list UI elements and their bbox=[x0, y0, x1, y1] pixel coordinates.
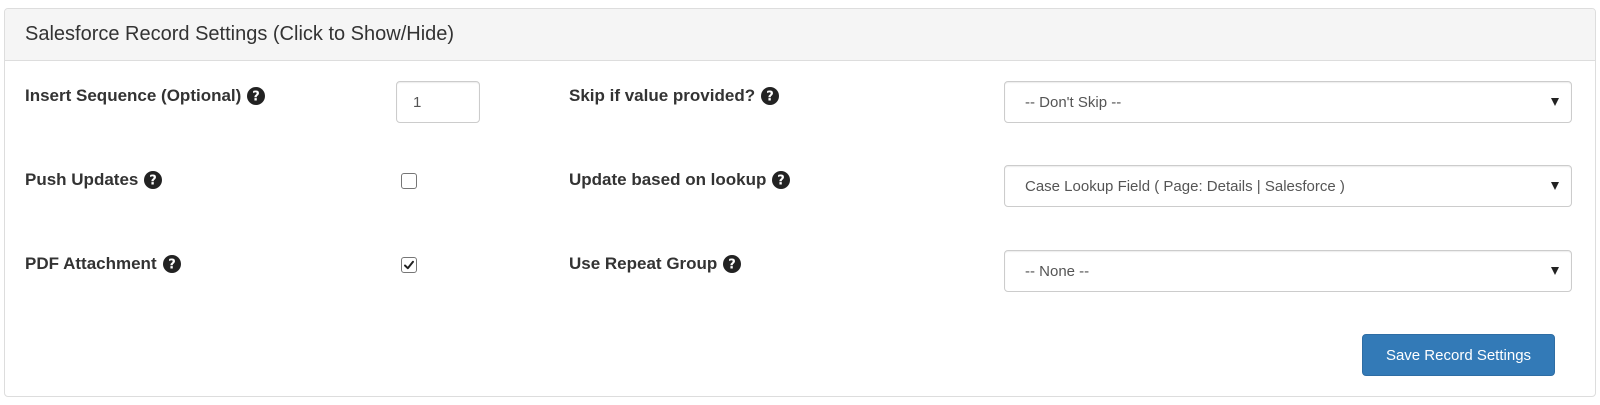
save-record-settings-button[interactable]: Save Record Settings bbox=[1362, 334, 1555, 376]
question-circle-icon[interactable]: ? bbox=[723, 255, 742, 273]
insert-sequence-input[interactable] bbox=[396, 81, 480, 123]
question-circle-icon[interactable]: ? bbox=[772, 171, 791, 189]
repeat-group-select[interactable]: -- None -- bbox=[1004, 250, 1572, 292]
push-updates-label-text: Push Updates bbox=[25, 170, 139, 189]
pdf-attachment-checkbox[interactable] bbox=[401, 257, 417, 273]
repeat-group-label-text: Use Repeat Group bbox=[569, 254, 718, 273]
panel-title: Salesforce Record Settings (Click to Sho… bbox=[25, 23, 455, 45]
question-circle-icon[interactable]: ? bbox=[162, 255, 181, 273]
skip-if-value-label: Skip if value provided? ? bbox=[569, 86, 780, 106]
insert-sequence-label: Insert Sequence (Optional) ? bbox=[25, 86, 266, 106]
repeat-group-selected: -- None -- bbox=[1025, 262, 1090, 280]
repeat-group-label: Use Repeat Group ? bbox=[569, 254, 742, 274]
svg-text:?: ? bbox=[168, 258, 176, 273]
skip-if-value-selected: -- Don't Skip -- bbox=[1025, 93, 1122, 111]
panel-heading[interactable]: Salesforce Record Settings (Click to Sho… bbox=[5, 9, 1595, 61]
svg-text:?: ? bbox=[150, 174, 158, 189]
svg-text:?: ? bbox=[778, 174, 786, 189]
skip-if-value-label-text: Skip if value provided? bbox=[569, 86, 756, 105]
caret-down-icon bbox=[1551, 182, 1559, 190]
question-circle-icon[interactable]: ? bbox=[144, 171, 163, 189]
update-lookup-label: Update based on lookup ? bbox=[569, 170, 791, 190]
caret-down-icon bbox=[1551, 267, 1559, 275]
svg-text:?: ? bbox=[729, 258, 737, 273]
insert-sequence-label-text: Insert Sequence (Optional) bbox=[25, 86, 242, 105]
svg-text:?: ? bbox=[253, 90, 261, 105]
caret-down-icon bbox=[1551, 98, 1559, 106]
pdf-attachment-label-text: PDF Attachment bbox=[25, 254, 157, 273]
checkmark-icon bbox=[404, 260, 414, 270]
skip-if-value-select[interactable]: -- Don't Skip -- bbox=[1004, 81, 1572, 123]
svg-text:?: ? bbox=[766, 90, 774, 105]
question-circle-icon[interactable]: ? bbox=[761, 87, 780, 105]
question-circle-icon[interactable]: ? bbox=[247, 87, 266, 105]
pdf-attachment-label: PDF Attachment ? bbox=[25, 254, 181, 274]
update-lookup-select[interactable]: Case Lookup Field ( Page: Details | Sale… bbox=[1004, 165, 1572, 207]
push-updates-checkbox[interactable] bbox=[401, 173, 417, 189]
push-updates-label: Push Updates ? bbox=[25, 170, 163, 190]
update-lookup-selected: Case Lookup Field ( Page: Details | Sale… bbox=[1025, 177, 1345, 195]
update-lookup-label-text: Update based on lookup bbox=[569, 170, 767, 189]
